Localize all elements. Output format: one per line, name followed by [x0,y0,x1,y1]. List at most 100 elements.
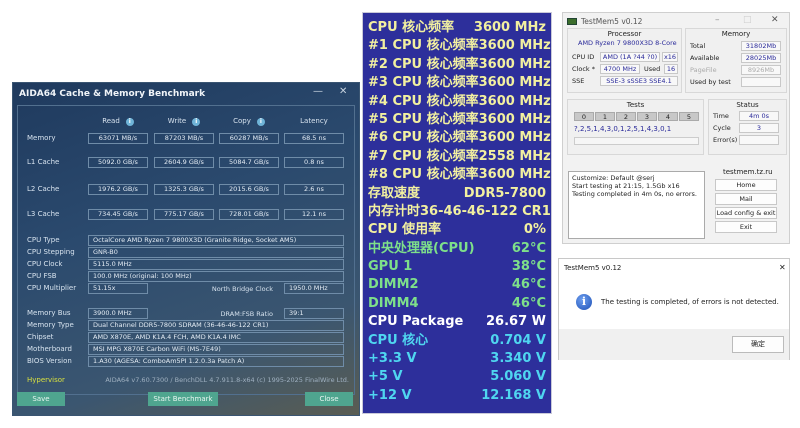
exit-button[interactable]: Exit [715,221,777,233]
cpu-clock-value: 5115.0 MHz [88,259,344,270]
sensor-value: 36-46-46-122 CR1 [420,203,551,219]
close-window-button[interactable]: ✕ [771,15,779,25]
sse-value: SSE-3 sSSE3 SSE4.1 [600,76,678,86]
save-button[interactable]: Save [17,392,65,406]
dialog-close-button[interactable]: ✕ [779,263,786,272]
bench-value: 87203 MB/s [154,133,214,144]
sensor-value: 3.340 V [490,351,546,367]
test-column-2: 2 [616,112,636,121]
bench-value: 68.5 ns [284,133,344,144]
mail-button[interactable]: Mail [715,193,777,205]
sensor-label: DIMM2 [368,277,419,293]
info-icon[interactable]: i [256,118,265,126]
bench-value: 2604.9 GB/s [154,157,214,168]
nb-clock-label: North Bridge Clock [211,285,273,293]
bench-value: 775.17 GB/s [154,209,214,220]
sensor-label: #3 CPU 核心频率 [368,75,479,91]
close-window-button[interactable]: ✕ [339,86,347,97]
bench-value: 12.1 ns [284,209,344,220]
mobo-value: MSI MPG X870E Carbon WiFi (MS-7E49) [88,344,344,355]
mem-type-value: Dual Channel DDR5-7800 SDRAM (36-46-46-1… [88,320,344,331]
column-header-latency: Latency [284,117,344,125]
dialog-title: TestMem5 v0.12 [564,264,622,272]
test-column-4: 4 [658,112,678,121]
tests-group: Tests 012345 ?,2,5,1,4,3,0,1,2,5,1,4,3,0… [567,99,704,155]
sensor-row: CPU 核心 0.704 V [368,332,546,350]
sse-label: SSE [572,77,585,85]
info-icon[interactable]: i [192,118,201,126]
bench-value: 1325.3 GB/s [154,184,214,195]
sensor-value: 3600 MHz [478,111,551,127]
app-icon [567,18,577,25]
sensor-value: 46°C [511,277,546,293]
cpu-fsb-value: 100.0 MHz (original: 100 MHz) [88,271,344,282]
group-title: Status [736,101,759,109]
processor-group: Processor AMD Ryzen 7 9800X3D 8-Core CPU… [567,28,682,93]
sensor-row: #2 CPU 核心频率 3600 MHz [368,56,551,74]
close-button[interactable]: Close [305,392,353,406]
used-label: Used [644,65,661,73]
sensor-value: 12.168 V [481,387,546,403]
bench-value: 0.8 ns [284,157,344,168]
available-value: 28025Mb [741,53,781,63]
info-icon[interactable]: i [125,118,134,126]
bios-label: BIOS Version [27,357,72,365]
sensor-row: DIMM4 46°C [368,295,546,313]
cpuid-label: CPU ID [572,53,595,61]
chipset-label: Chipset [27,333,54,341]
bench-value: 5092.0 GB/s [88,157,148,168]
cpu-mult-value: 51.15x [88,283,148,294]
sensor-value: 62°C [511,240,546,256]
sensor-label: +12 V [368,387,412,403]
errors-value [739,135,779,145]
minimize-button[interactable]: – [715,15,720,25]
maximize-button[interactable]: □ [743,15,752,25]
start-benchmark-button[interactable]: Start Benchmark [148,392,218,406]
sensor-label: #8 CPU 核心频率 [368,167,479,183]
sensor-row: GPU 1 38°C [368,258,546,276]
sensor-label: 内存计时 [368,203,421,219]
pagefile-value: 8926Mb [741,65,781,75]
available-label: Available [690,54,720,62]
sensor-value: 0% [523,222,546,238]
sensor-value: 26.67 W [486,314,546,330]
log-textarea[interactable]: Customize: Default @serj Start testing at… [568,171,705,239]
sensor-label: #1 CPU 核心频率 [368,38,479,54]
sensor-label: CPU Package [368,314,464,330]
hypervisor-link[interactable]: Hypervisor [27,376,65,384]
sensor-label: #7 CPU 核心频率 [368,148,479,164]
load-config-exit-button[interactable]: Load config & exit [715,207,777,219]
cpu-clock-label: CPU Clock [27,260,63,268]
column-header-label: Write [167,117,187,125]
bios-value: 1.A30 (AGESA: ComboAm5PI 1.2.0.3a Patch … [88,356,344,367]
sensor-row: CPU 核心频率 3600 MHz [368,19,546,37]
sensor-value: 3600 MHz [478,75,551,91]
minimize-button[interactable]: — [313,86,323,97]
ok-button[interactable]: 确定 [732,336,784,353]
column-header-read: Read i [88,117,148,126]
bench-value: 60287 MB/s [219,133,279,144]
bench-value: 2.6 ns [284,184,344,195]
bench-value: 2015.6 GB/s [219,184,279,195]
sensor-monitor-panel: CPU 核心频率 3600 MHz #1 CPU 核心频率 3600 MHz #2 CP… [362,12,552,414]
test-column-3: 3 [637,112,657,121]
sensor-row: +12 V 12.168 V [368,387,546,405]
cpu-mult-label: CPU Multiplier [27,284,77,292]
log-line: Start testing at 21:15, 1.5Gb x16 [572,182,680,190]
bench-value: 5084.7 GB/s [219,157,279,168]
sensor-label: #4 CPU 核心频率 [368,93,479,109]
clock-value: 4700 MHz [600,64,640,74]
cpu-type-label: CPU Type [27,236,60,244]
sensor-value: 5.060 V [490,369,546,385]
home-button[interactable]: Home [715,179,777,191]
sensor-value: 3600 MHz [478,56,551,72]
bench-row-label: Memory [27,134,56,142]
sensor-label: #5 CPU 核心频率 [368,111,479,127]
sensor-label: +5 V [368,369,403,385]
time-label: Time [713,112,729,120]
group-title: Tests [626,101,645,109]
dram-ratio-value: 39:1 [284,308,344,319]
sensor-label: #6 CPU 核心频率 [368,130,479,146]
sensor-row: #8 CPU 核心频率 3600 MHz [368,166,551,184]
bench-value: 63071 MB/s [88,133,148,144]
